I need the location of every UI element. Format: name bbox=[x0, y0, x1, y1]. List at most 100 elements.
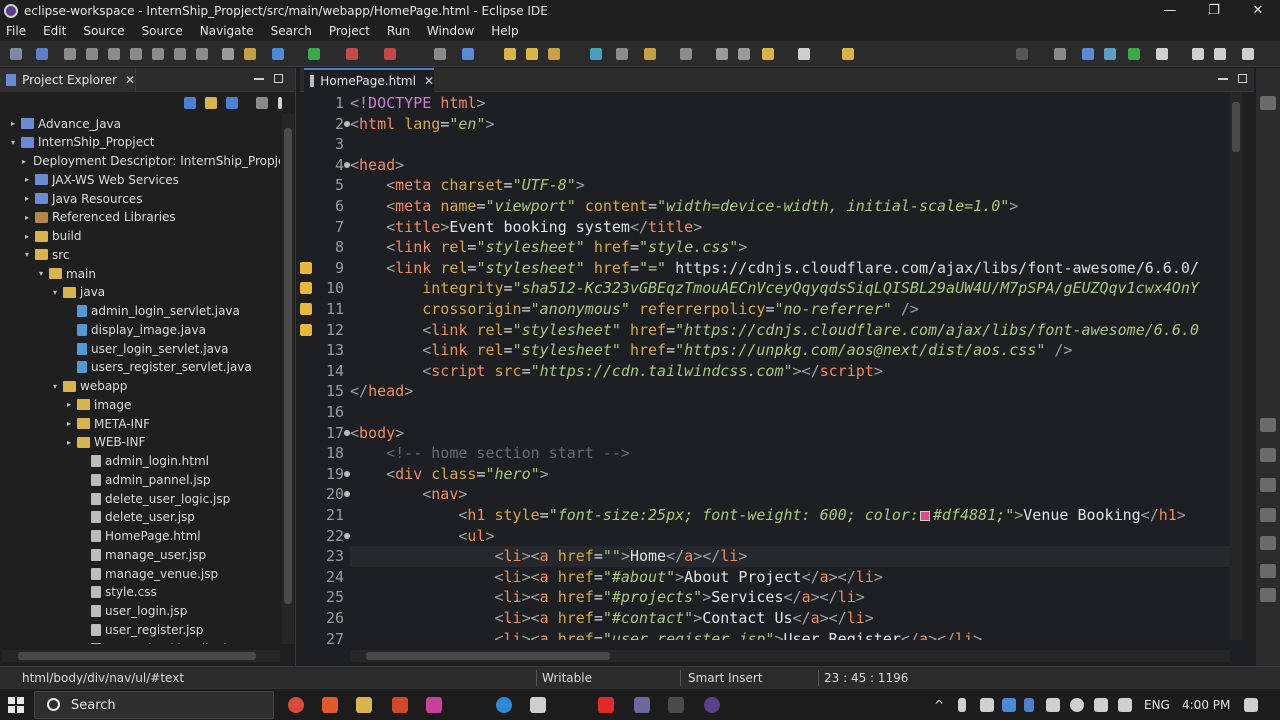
windows-start-icon[interactable] bbox=[8, 697, 24, 713]
tree-item[interactable]: user_login.jsp bbox=[0, 602, 280, 621]
wifi-icon[interactable] bbox=[1118, 698, 1132, 712]
chevron-right-icon[interactable]: ▸ bbox=[22, 232, 32, 241]
settings-icon[interactable] bbox=[1260, 588, 1276, 602]
tree-vertical-scrollbar[interactable] bbox=[282, 114, 294, 644]
editor-vertical-scrollbar[interactable] bbox=[1230, 92, 1242, 640]
code-line[interactable]: <li><a href="user_register.jsp">User Reg… bbox=[350, 629, 983, 640]
skip-breakpoints-icon[interactable] bbox=[36, 48, 48, 60]
brush-icon[interactable] bbox=[548, 48, 560, 60]
insert-mode-status[interactable]: Smart Insert bbox=[688, 671, 763, 685]
code-area[interactable]: <!DOCTYPE html> <html lang="en"> <head> <m… bbox=[350, 92, 1230, 640]
menu-source-2[interactable]: Source bbox=[142, 24, 183, 38]
code-line[interactable]: <ul> bbox=[350, 526, 494, 547]
forward-history-icon[interactable] bbox=[738, 48, 750, 60]
powerpoint-icon[interactable] bbox=[392, 697, 408, 713]
menu-search[interactable]: Search bbox=[271, 24, 312, 38]
terminal-icon[interactable] bbox=[842, 48, 854, 60]
menu-edit[interactable]: Edit bbox=[43, 24, 66, 38]
tree-item[interactable]: ▸ build bbox=[0, 227, 280, 246]
step-return-icon[interactable] bbox=[196, 48, 208, 60]
code-line[interactable]: <nav> bbox=[350, 484, 467, 505]
toggle-panel-icon[interactable] bbox=[1242, 48, 1254, 60]
globe-icon[interactable] bbox=[1070, 698, 1084, 712]
menu-window[interactable]: Window bbox=[427, 24, 474, 38]
tree-item[interactable]: ▾ webapp bbox=[0, 377, 280, 396]
chevron-right-icon[interactable]: ▸ bbox=[22, 175, 32, 184]
scroll-thumb[interactable] bbox=[18, 652, 256, 660]
tree-item[interactable]: admin_pannel.jsp bbox=[0, 470, 280, 489]
chevron-right-icon[interactable]: ▸ bbox=[22, 213, 32, 222]
youtube-icon[interactable] bbox=[598, 697, 614, 713]
tree-item[interactable]: ▸ image bbox=[0, 395, 280, 414]
minimize-panel-icon[interactable] bbox=[1192, 48, 1204, 60]
chevron-right-icon[interactable]: ▸ bbox=[64, 438, 74, 447]
code-line[interactable]: <script src="https://cdn.tailwindcss.com… bbox=[350, 361, 883, 382]
chevron-right-icon[interactable]: ▸ bbox=[8, 119, 18, 128]
code-line[interactable]: <!DOCTYPE html> bbox=[350, 93, 485, 114]
menu-run[interactable]: Run bbox=[387, 24, 410, 38]
notifications-icon[interactable] bbox=[1244, 698, 1258, 712]
app-icon[interactable] bbox=[634, 697, 650, 713]
scroll-thumb[interactable] bbox=[1232, 102, 1240, 152]
tree-item[interactable]: display_image.java bbox=[0, 320, 280, 339]
open-folder-icon[interactable] bbox=[526, 48, 538, 60]
perspective-web-icon[interactable] bbox=[1128, 48, 1140, 60]
filter-icon[interactable] bbox=[226, 97, 238, 109]
link-with-editor-icon[interactable] bbox=[205, 97, 217, 109]
instagram-icon[interactable] bbox=[426, 697, 442, 713]
minimize-view-icon[interactable] bbox=[254, 78, 264, 80]
tree-item[interactable]: ▾ main bbox=[0, 264, 280, 283]
resume-icon[interactable] bbox=[64, 48, 76, 60]
code-line[interactable]: integrity="sha512-Kc323vGBEqzTmouAECnVce… bbox=[350, 278, 1199, 299]
focus-icon[interactable] bbox=[256, 97, 268, 109]
maximize-button[interactable]: ❐ bbox=[1192, 0, 1236, 22]
tree-horizontal-scrollbar[interactable] bbox=[2, 650, 280, 662]
suspend-icon[interactable] bbox=[86, 48, 98, 60]
tree-item[interactable]: ▾ src bbox=[0, 245, 280, 264]
new-server-icon[interactable] bbox=[434, 48, 446, 60]
tree-item[interactable]: manage_venue.jsp bbox=[0, 564, 280, 583]
debug-icon[interactable] bbox=[272, 48, 284, 60]
perspective-git-icon[interactable] bbox=[1104, 48, 1116, 60]
perspective-java-ee-icon[interactable] bbox=[1054, 48, 1066, 60]
view-menu-icon[interactable] bbox=[278, 97, 282, 109]
tree-item[interactable]: admin_login.html bbox=[0, 452, 280, 471]
chevron-right-icon[interactable]: ▸ bbox=[22, 194, 32, 203]
code-line[interactable]: </head> bbox=[350, 381, 413, 402]
collapse-all-icon[interactable] bbox=[184, 97, 196, 109]
code-line[interactable]: <html lang="en"> bbox=[350, 114, 495, 135]
warning-icon[interactable] bbox=[300, 282, 312, 295]
language-indicator[interactable]: ENG bbox=[1144, 698, 1170, 712]
chevron-down-icon[interactable]: ▾ bbox=[50, 288, 60, 297]
tree-item[interactable]: style.css bbox=[0, 583, 280, 602]
save-icon[interactable] bbox=[10, 48, 22, 60]
pen-icon[interactable] bbox=[1260, 536, 1276, 550]
perspective-debug-icon[interactable] bbox=[1082, 48, 1094, 60]
volume-icon[interactable] bbox=[1094, 698, 1108, 712]
new-web-project-icon[interactable] bbox=[462, 48, 474, 60]
tree-item[interactable]: delete_user.jsp bbox=[0, 508, 280, 527]
camera-icon[interactable] bbox=[1260, 418, 1276, 432]
tray-app-icon[interactable] bbox=[1002, 698, 1016, 712]
bluetooth-icon[interactable] bbox=[1024, 698, 1034, 712]
next-annotation-icon[interactable] bbox=[644, 48, 656, 60]
last-edit-icon[interactable] bbox=[716, 48, 728, 60]
search-icon[interactable] bbox=[1016, 48, 1028, 60]
more-icon[interactable] bbox=[1260, 448, 1276, 462]
search-web-icon[interactable] bbox=[590, 48, 602, 60]
chrome-icon[interactable] bbox=[288, 697, 304, 713]
warning-icon[interactable] bbox=[300, 323, 312, 336]
taskbar-search[interactable]: Search bbox=[34, 691, 274, 719]
record-icon[interactable] bbox=[1260, 508, 1276, 522]
build-icon[interactable] bbox=[616, 48, 628, 60]
code-line[interactable]: <head> bbox=[350, 155, 404, 176]
tree-item[interactable]: users_register_servlet.java bbox=[0, 358, 280, 377]
code-line[interactable]: <meta charset="UTF-8"> bbox=[350, 175, 585, 196]
edge-icon[interactable] bbox=[496, 697, 512, 713]
tree-item[interactable]: delete_user_logic.jsp bbox=[0, 489, 280, 508]
tree-item[interactable]: ▸ WEB-INF bbox=[0, 433, 280, 452]
microphone-icon[interactable] bbox=[1260, 478, 1276, 492]
open-type-icon[interactable] bbox=[504, 48, 516, 60]
open-perspective-icon[interactable] bbox=[1156, 48, 1168, 60]
minimize-button[interactable]: — bbox=[1148, 0, 1192, 22]
